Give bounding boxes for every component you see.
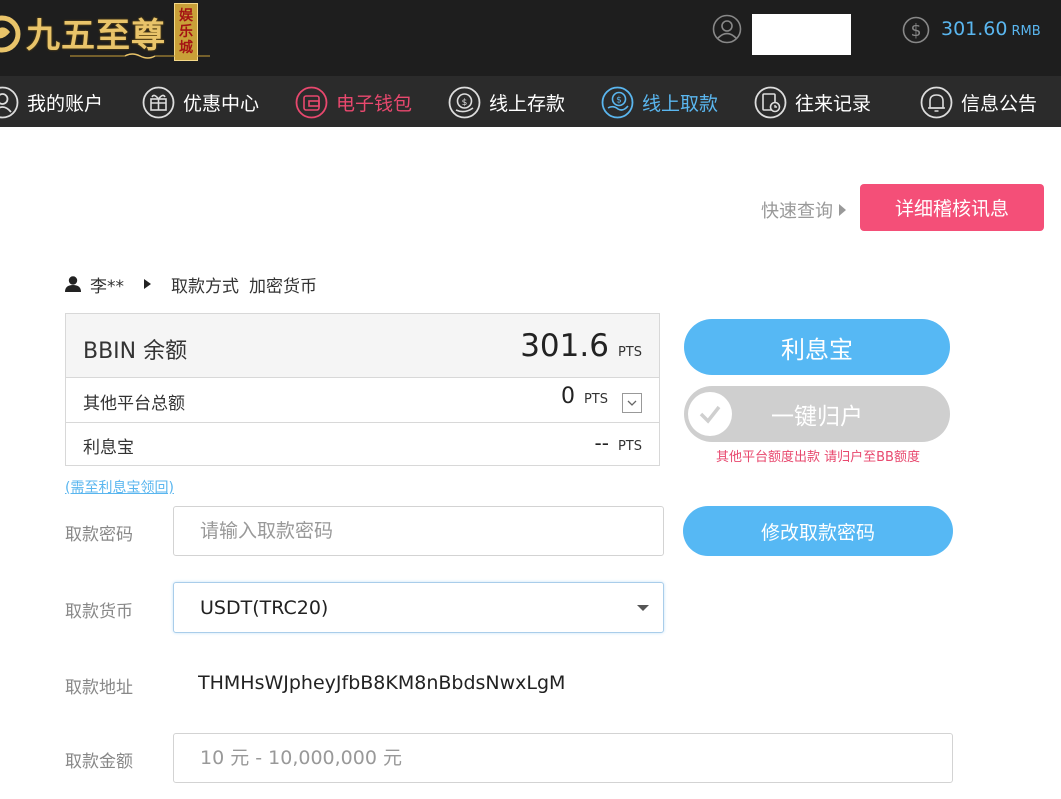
nav-item-e-wallet[interactable]: 电子钱包 [295, 85, 412, 119]
withdraw-icon: $ [601, 86, 634, 118]
top-header: 九五至尊 娱 乐 城 $ 301.60 RMB [0, 0, 1061, 76]
method-value: 加密货币 [249, 276, 317, 297]
balance-row-lixibao: 利息宝 -- PTS [83, 431, 642, 458]
main-nav: 我的账户 优惠中心 电子钱包 $ 线上存款 $ 线上取款 往来记录 信息公告 [0, 76, 1061, 127]
triangle-right-icon [839, 204, 846, 216]
svg-text:$: $ [911, 21, 922, 41]
audit-detail-button[interactable]: 详细稽核讯息 [860, 184, 1044, 231]
header-balance: 301.60 RMB [941, 18, 1041, 40]
one-key-note: 其他平台额度出款 请归户至BB额度 [716, 450, 920, 465]
withdraw-amount-input[interactable] [173, 733, 953, 783]
breadcrumb: 李** 取款方式 加密货币 [64, 272, 317, 297]
wallet-icon [295, 86, 328, 118]
change-password-button[interactable]: 修改取款密码 [683, 506, 953, 556]
currency-select[interactable]: USDT(TRC20) [173, 582, 664, 633]
nav-item-announcements[interactable]: 信息公告 [920, 85, 1037, 119]
svg-text:$: $ [616, 95, 622, 105]
nav-item-promotions[interactable]: 优惠中心 [142, 85, 259, 119]
logo-title: 九五至尊 [26, 15, 166, 56]
gift-icon [142, 86, 175, 118]
check-icon [688, 392, 732, 436]
expand-toggle[interactable] [622, 393, 642, 413]
user-icon [65, 276, 81, 292]
bell-icon [920, 86, 953, 118]
logo-ornament-icon [70, 53, 210, 59]
address-label: 取款地址 [65, 678, 133, 698]
user-name: 李** [90, 276, 124, 297]
lixibao-button[interactable]: 利息宝 [684, 319, 950, 375]
username-box[interactable] [752, 14, 851, 55]
other-balance-value: 0 [560, 384, 575, 409]
triangle-right-icon [144, 279, 151, 289]
user-icon[interactable] [712, 14, 742, 44]
password-label: 取款密码 [65, 525, 133, 545]
svg-text:$: $ [462, 98, 468, 108]
amount-label: 取款金额 [65, 752, 133, 772]
nav-item-records[interactable]: 往来记录 [754, 85, 871, 119]
balance-row-bbin: BBIN 余额 301.6 PTS [66, 314, 659, 378]
lixibao-balance-value: -- [594, 431, 609, 455]
deposit-icon: $ [448, 86, 481, 118]
currency-label: 取款货币 [65, 602, 133, 622]
records-icon [754, 86, 787, 118]
address-mask [568, 668, 638, 702]
withdraw-address-value: THMHsWJpheyJfbB8KM8nBbdsNwxLgM [198, 672, 566, 694]
bbin-balance-value: 301.6 [520, 328, 609, 364]
nav-item-online-withdraw[interactable]: $ 线上取款 [601, 85, 718, 119]
recall-link[interactable]: (需至利息宝领回) [65, 477, 174, 497]
account-icon [0, 86, 19, 118]
nav-item-my-account[interactable]: 我的账户 [0, 85, 103, 119]
one-key-transfer-button[interactable]: 一键归户 [684, 386, 950, 442]
quick-query-link[interactable]: 快速查询 [761, 197, 846, 223]
method-label: 取款方式 [171, 276, 239, 297]
nav-item-online-deposit[interactable]: $ 线上存款 [448, 85, 565, 119]
chevron-down-icon [627, 400, 637, 406]
dollar-coin-icon: $ [902, 16, 930, 44]
withdraw-password-input[interactable] [173, 506, 664, 556]
balance-table: BBIN 余额 301.6 PTS 其他平台总额 0 PTS 利息宝 -- PT… [65, 313, 660, 466]
chevron-down-icon [637, 605, 649, 611]
logo-emblem-icon [0, 10, 24, 54]
balance-row-other: 其他平台总额 0 PTS [66, 378, 659, 423]
